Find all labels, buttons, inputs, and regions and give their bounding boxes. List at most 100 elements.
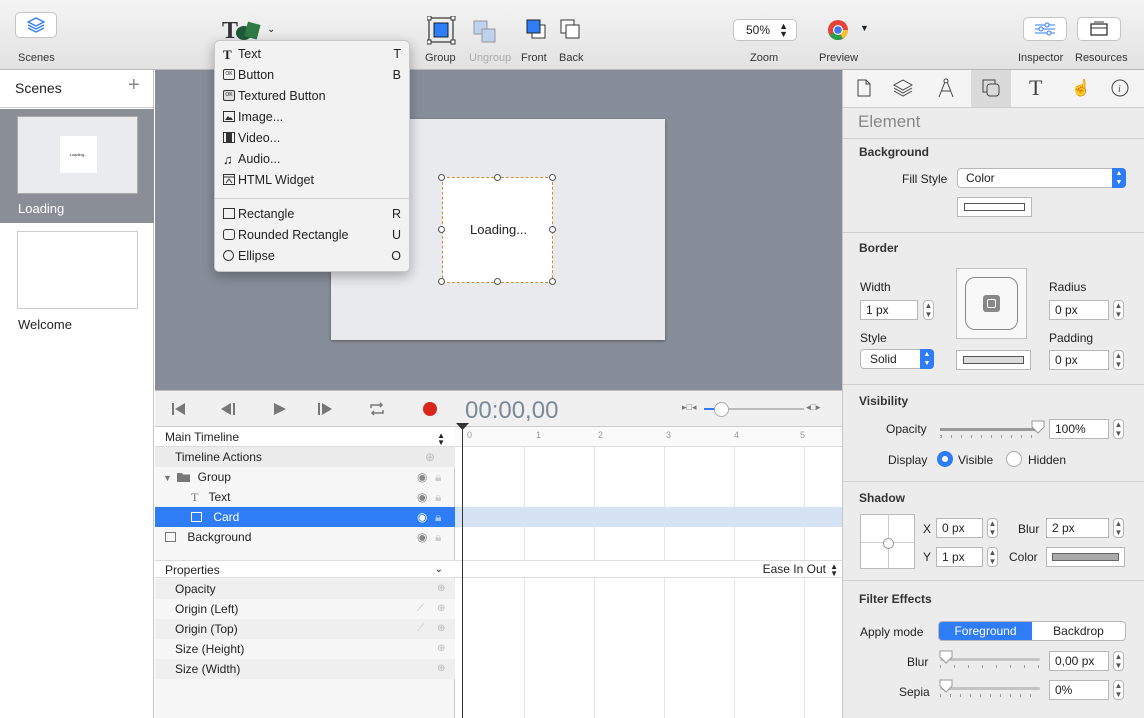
menu-item-textured-button[interactable]: OK Textured Button	[215, 86, 411, 107]
timeline-zoom-slider[interactable]: ▸□◂ ◂□▸	[682, 402, 822, 417]
backdrop-segment[interactable]: Backdrop	[1032, 622, 1125, 640]
menu-item-text[interactable]: T Text T	[215, 44, 411, 65]
resize-handle[interactable]	[549, 226, 556, 233]
eye-icon[interactable]: ◉	[417, 487, 427, 507]
properties-select[interactable]: Properties ⌄	[155, 560, 455, 578]
visible-radio[interactable]	[937, 451, 953, 467]
layer-row-text[interactable]: T Text ◉ 🔒︎	[155, 487, 455, 507]
metrics-icon[interactable]	[937, 78, 955, 98]
opacity-input[interactable]: 100%	[1049, 419, 1109, 439]
fill-color-well[interactable]	[957, 197, 1032, 217]
radius-input[interactable]: 0 px	[1049, 300, 1109, 320]
layer-row-background[interactable]: Background ◉ 🔒︎	[155, 527, 455, 547]
info-icon[interactable]: i	[1111, 79, 1129, 97]
group-button[interactable]	[426, 15, 457, 46]
resize-handle[interactable]	[438, 226, 445, 233]
layer-row-card[interactable]: Card ◉ 🔒︎	[155, 507, 455, 527]
card-element[interactable]: Loading...	[442, 177, 553, 283]
add-keyframe-icon[interactable]: ⊕	[425, 447, 435, 467]
scene-item-loading[interactable]: Loading... Loading	[0, 109, 154, 223]
padding-stepper[interactable]: ▲ ▼	[1113, 350, 1124, 370]
property-row[interactable]: Origin (Left) ⟋ ⊕	[155, 599, 455, 619]
disclosure-triangle-icon[interactable]: ▼	[163, 473, 172, 483]
foreground-segment[interactable]: Foreground	[939, 622, 1032, 640]
lock-icon[interactable]: 🔒︎	[435, 527, 441, 547]
record-icon[interactable]	[422, 401, 438, 417]
shadow-blur-stepper[interactable]: ▲ ▼	[1113, 518, 1124, 538]
lock-icon[interactable]: 🔒︎	[435, 487, 441, 507]
selected-track[interactable]	[455, 507, 842, 527]
slider-knob-icon[interactable]	[939, 679, 953, 693]
add-keyframe-icon[interactable]: ⊕	[437, 639, 445, 659]
fill-style-select[interactable]: Color ▲ ▼	[957, 168, 1126, 188]
slider-knob[interactable]	[714, 402, 729, 417]
resize-handle[interactable]	[494, 174, 501, 181]
shadow-x-input[interactable]: 0 px	[936, 518, 983, 538]
property-row[interactable]: Opacity ⊕	[155, 579, 455, 599]
radius-stepper[interactable]: ▲ ▼	[1113, 300, 1124, 320]
border-width-stepper[interactable]: ▲ ▼	[923, 300, 934, 320]
scene-item-welcome[interactable]: Welcome	[0, 228, 154, 338]
loop-icon[interactable]	[369, 402, 385, 416]
border-sides-picker[interactable]	[956, 268, 1027, 339]
sepia-input[interactable]: 0%	[1049, 680, 1109, 700]
add-keyframe-icon[interactable]: ⊕	[437, 579, 445, 599]
step-forward-icon[interactable]	[317, 402, 333, 416]
layers-tab-icon[interactable]	[893, 79, 913, 97]
playhead-icon[interactable]	[456, 423, 469, 431]
property-row[interactable]: Size (Width) ⊕	[155, 659, 455, 679]
hidden-radio[interactable]	[1006, 451, 1022, 467]
eye-icon[interactable]: ◉	[417, 467, 427, 487]
path-icon[interactable]: ⟋	[417, 599, 424, 619]
element-tab[interactable]	[971, 70, 1011, 107]
resize-handle[interactable]	[438, 278, 445, 285]
sepia-stepper[interactable]: ▲ ▼	[1113, 680, 1124, 700]
menu-item-ellipse[interactable]: Ellipse O	[215, 246, 411, 267]
layer-row-group[interactable]: ▼ Group ◉ 🔒︎	[155, 467, 455, 487]
resize-handle[interactable]	[494, 278, 501, 285]
ungroup-button[interactable]	[471, 18, 499, 46]
eye-icon[interactable]: ◉	[417, 507, 427, 527]
filter-blur-stepper[interactable]: ▲ ▼	[1113, 651, 1124, 671]
typography-icon[interactable]: T	[1029, 75, 1042, 101]
resize-handle[interactable]	[549, 174, 556, 181]
front-button[interactable]	[525, 18, 547, 40]
time-ruler[interactable]: 0 1 2 3 4 5	[455, 427, 842, 447]
playhead[interactable]	[462, 424, 463, 718]
property-row[interactable]: Size (Height) ⊕	[155, 639, 455, 659]
actions-hand-icon[interactable]: ☝	[1071, 78, 1091, 98]
add-keyframe-icon[interactable]: ⊕	[437, 659, 445, 679]
filter-blur-slider[interactable]	[940, 658, 1040, 668]
step-back-icon[interactable]	[220, 402, 236, 416]
opacity-stepper[interactable]: ▲ ▼	[1113, 419, 1124, 439]
skip-to-start-icon[interactable]	[172, 402, 186, 416]
document-icon[interactable]	[857, 79, 871, 97]
add-keyframe-icon[interactable]: ⊕	[437, 599, 445, 619]
menu-item-audio[interactable]: ♫ Audio...	[215, 149, 411, 170]
resources-button[interactable]	[1077, 17, 1121, 41]
lock-icon[interactable]: 🔒︎	[435, 467, 441, 487]
menu-item-rectangle[interactable]: Rectangle R	[215, 204, 411, 225]
menu-item-image[interactable]: Image...	[215, 107, 411, 128]
menu-item-rounded-rectangle[interactable]: Rounded Rectangle U	[215, 225, 411, 246]
border-color-well[interactable]	[956, 350, 1031, 370]
shadow-y-input[interactable]: 1 px	[936, 547, 983, 567]
scenes-toggle-button[interactable]	[15, 12, 57, 38]
easing-select[interactable]: Ease In Out	[763, 562, 826, 576]
opacity-slider[interactable]	[940, 428, 1040, 438]
menu-item-video[interactable]: Video...	[215, 128, 411, 149]
back-button[interactable]	[559, 18, 581, 40]
shadow-offset-picker[interactable]	[860, 514, 915, 569]
shadow-y-stepper[interactable]: ▲ ▼	[987, 547, 998, 567]
add-keyframe-icon[interactable]: ⊕	[437, 619, 445, 639]
border-style-select[interactable]: Solid ▲ ▼	[860, 349, 934, 369]
main-timeline-select[interactable]: Main Timeline ▲ ▼	[155, 427, 455, 447]
offset-handle[interactable]	[883, 538, 894, 549]
add-scene-button[interactable]: +	[128, 74, 140, 97]
play-icon[interactable]	[273, 402, 287, 416]
opacity-slider-knob[interactable]	[1031, 420, 1045, 437]
shadow-blur-input[interactable]: 2 px	[1046, 518, 1109, 538]
resize-handle[interactable]	[549, 278, 556, 285]
menu-item-button[interactable]: OK Button B	[215, 65, 411, 86]
menu-item-html-widget[interactable]: HTML Widget	[215, 170, 411, 191]
